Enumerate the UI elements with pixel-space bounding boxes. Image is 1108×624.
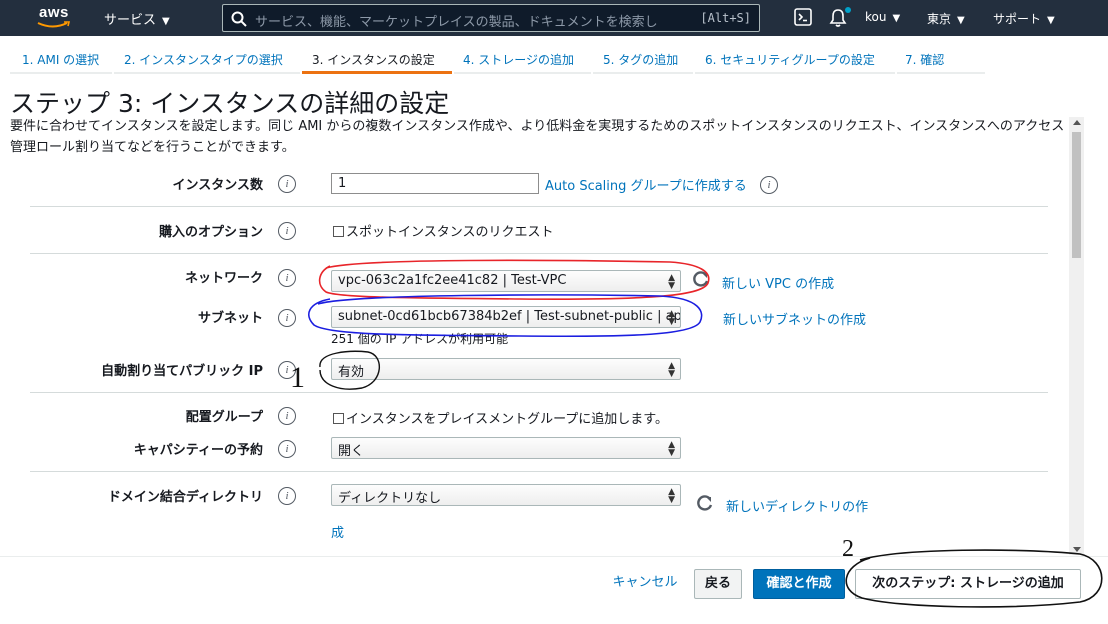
- region-label: 東京: [927, 12, 952, 26]
- create-directory-link-continued[interactable]: 成: [331, 522, 344, 541]
- network-select[interactable]: vpc-063c2a1fc2ee41c82 | Test-VPC ▲ ▼: [331, 270, 681, 292]
- global-search[interactable]: サービス、機能、マーケットプレイスの製品、ドキュメントを検索し [Alt+S]: [222, 4, 760, 32]
- instance-count-label: インスタンス数: [172, 178, 263, 193]
- wizard-footer: キャンセル 戻る 確認と作成 次のステップ: ストレージの追加: [0, 556, 1108, 624]
- select-arrows-icon: ▲ ▼: [668, 487, 675, 505]
- divider: [30, 471, 1048, 472]
- aws-logo[interactable]: aws: [37, 4, 73, 32]
- step-tab-instance-type[interactable]: 2. インスタンスタイプの選択: [114, 44, 300, 74]
- divider: [30, 392, 1048, 393]
- info-icon[interactable]: i: [278, 222, 296, 240]
- support-label: サポート: [993, 12, 1042, 26]
- caret-down-icon: ▼: [957, 15, 965, 26]
- wizard-steps: 1. AMI の選択 2. インスタンスタイプの選択 3. インスタンスの設定 …: [10, 44, 1010, 74]
- cancel-button[interactable]: キャンセル: [604, 569, 686, 599]
- select-arrows-icon: ▲ ▼: [668, 361, 675, 379]
- checkbox-box[interactable]: [333, 413, 344, 424]
- info-icon[interactable]: i: [278, 440, 296, 458]
- network-select-value: vpc-063c2a1fc2ee41c82 | Test-VPC: [338, 273, 567, 288]
- placement-group-checkbox[interactable]: インスタンスをプレイスメントグループに追加します。: [333, 408, 668, 427]
- services-label: サービス: [104, 13, 157, 28]
- aws-logo-text: aws: [39, 4, 69, 21]
- step-tab-review[interactable]: 7. 確認: [897, 44, 985, 74]
- refresh-icon[interactable]: [692, 270, 710, 288]
- auto-scaling-link[interactable]: Auto Scaling グループに作成する: [545, 175, 747, 194]
- page-title: ステップ 3: インスタンスの詳細の設定: [10, 89, 450, 118]
- scroll-up-arrow-icon[interactable]: [1073, 120, 1081, 125]
- info-icon[interactable]: i: [278, 487, 296, 505]
- subnet-select-value: subnet-0cd61bcb67384b2ef | Test-subnet-p…: [338, 309, 681, 324]
- checkbox-box[interactable]: [333, 226, 344, 237]
- step-tab-ami[interactable]: 1. AMI の選択: [10, 44, 112, 74]
- services-menu[interactable]: サービス ▼: [104, 9, 170, 28]
- auto-assign-public-ip-value: 有効: [338, 365, 365, 380]
- search-shortcut: [Alt+S]: [700, 11, 751, 25]
- placement-group-label: 配置グループ: [185, 410, 263, 425]
- select-arrows-icon: ▲ ▼: [668, 273, 675, 291]
- account-menu[interactable]: kou ▼: [865, 10, 900, 24]
- page-description: 要件に合わせてインスタンスを設定します。同じ AMI からの複数インスタンス作成…: [10, 119, 1065, 155]
- back-button[interactable]: 戻る: [694, 569, 742, 599]
- purchase-option-label: 購入のオプション: [158, 225, 263, 240]
- domain-directory-select[interactable]: ディレクトリなし ▲ ▼: [331, 484, 681, 506]
- domain-directory-label: ドメイン結合ディレクトリ: [107, 490, 263, 505]
- info-icon[interactable]: i: [278, 407, 296, 425]
- select-arrows-icon: ▲ ▼: [668, 440, 675, 458]
- network-label: ネットワーク: [184, 271, 263, 286]
- create-vpc-link[interactable]: 新しい VPC の作成: [722, 273, 834, 292]
- caret-down-icon: ▼: [892, 13, 901, 24]
- divider: [30, 206, 1048, 207]
- subnet-select[interactable]: subnet-0cd61bcb67384b2ef | Test-subnet-p…: [331, 306, 681, 328]
- capacity-reservation-select[interactable]: 開く ▲ ▼: [331, 437, 681, 459]
- domain-directory-value: ディレクトリなし: [338, 491, 442, 506]
- scrollbar-thumb[interactable]: [1072, 132, 1081, 258]
- caret-down-icon: ▼: [162, 16, 170, 27]
- review-and-launch-button[interactable]: 確認と作成: [753, 569, 845, 599]
- info-icon[interactable]: i: [278, 269, 296, 287]
- spot-instance-checkbox-label: スポットインスタンスのリクエスト: [346, 225, 554, 240]
- ec2-launch-wizard: { "header": { "logo_text": "aws", "servi…: [0, 0, 1108, 624]
- capacity-reservation-label: キャパシティーの予約: [133, 443, 263, 458]
- user-label: kou: [865, 10, 887, 24]
- notification-dot: [845, 7, 851, 13]
- cloudshell-icon[interactable]: [794, 8, 812, 26]
- info-icon[interactable]: i: [278, 309, 296, 327]
- support-menu[interactable]: サポート ▼: [993, 10, 1055, 27]
- create-subnet-link[interactable]: 新しいサブネットの作成: [723, 309, 866, 328]
- caret-down-icon: ▼: [1047, 15, 1055, 26]
- region-menu[interactable]: 東京 ▼: [927, 10, 965, 27]
- step-tab-configure-instance[interactable]: 3. インスタンスの設定: [302, 44, 452, 74]
- step-tab-add-tags[interactable]: 5. タグの追加: [593, 44, 693, 74]
- capacity-reservation-value: 開く: [338, 444, 365, 459]
- scroll-down-arrow-icon[interactable]: [1073, 547, 1081, 552]
- refresh-icon[interactable]: [696, 494, 714, 512]
- subnet-label: サブネット: [197, 311, 263, 326]
- info-icon[interactable]: i: [760, 176, 778, 194]
- next-add-storage-button[interactable]: 次のステップ: ストレージの追加: [855, 569, 1081, 599]
- create-directory-link[interactable]: 新しいディレクトリの作: [726, 496, 868, 515]
- info-icon[interactable]: i: [278, 175, 296, 193]
- top-navigation-bar: aws サービス ▼ サービス、機能、マーケットプレイスの製品、ドキュメントを検索…: [0, 0, 1108, 36]
- placement-group-checkbox-label: インスタンスをプレイスメントグループに追加します。: [346, 412, 669, 427]
- search-placeholder: サービス、機能、マーケットプレイスの製品、ドキュメントを検索し: [255, 15, 658, 30]
- spot-instance-checkbox[interactable]: スポットインスタンスのリクエスト: [333, 221, 553, 240]
- instance-count-input[interactable]: 1: [331, 173, 539, 194]
- auto-assign-public-ip-label: 自動割り当てパブリック IP: [101, 364, 263, 379]
- auto-assign-public-ip-select[interactable]: 有効 ▲ ▼: [331, 358, 681, 380]
- available-ip-note: 251 個の IP アドレスが利用可能: [331, 332, 509, 346]
- select-arrows-icon: ▲ ▼: [668, 309, 675, 327]
- content-scrollbar[interactable]: [1069, 117, 1084, 555]
- aws-smile-icon: [37, 21, 71, 28]
- step-tab-add-storage[interactable]: 4. ストレージの追加: [454, 44, 591, 74]
- info-icon[interactable]: i: [278, 361, 296, 379]
- search-icon: [231, 11, 247, 27]
- step-tab-security-group[interactable]: 6. セキュリティグループの設定: [695, 44, 895, 74]
- divider: [30, 253, 1048, 254]
